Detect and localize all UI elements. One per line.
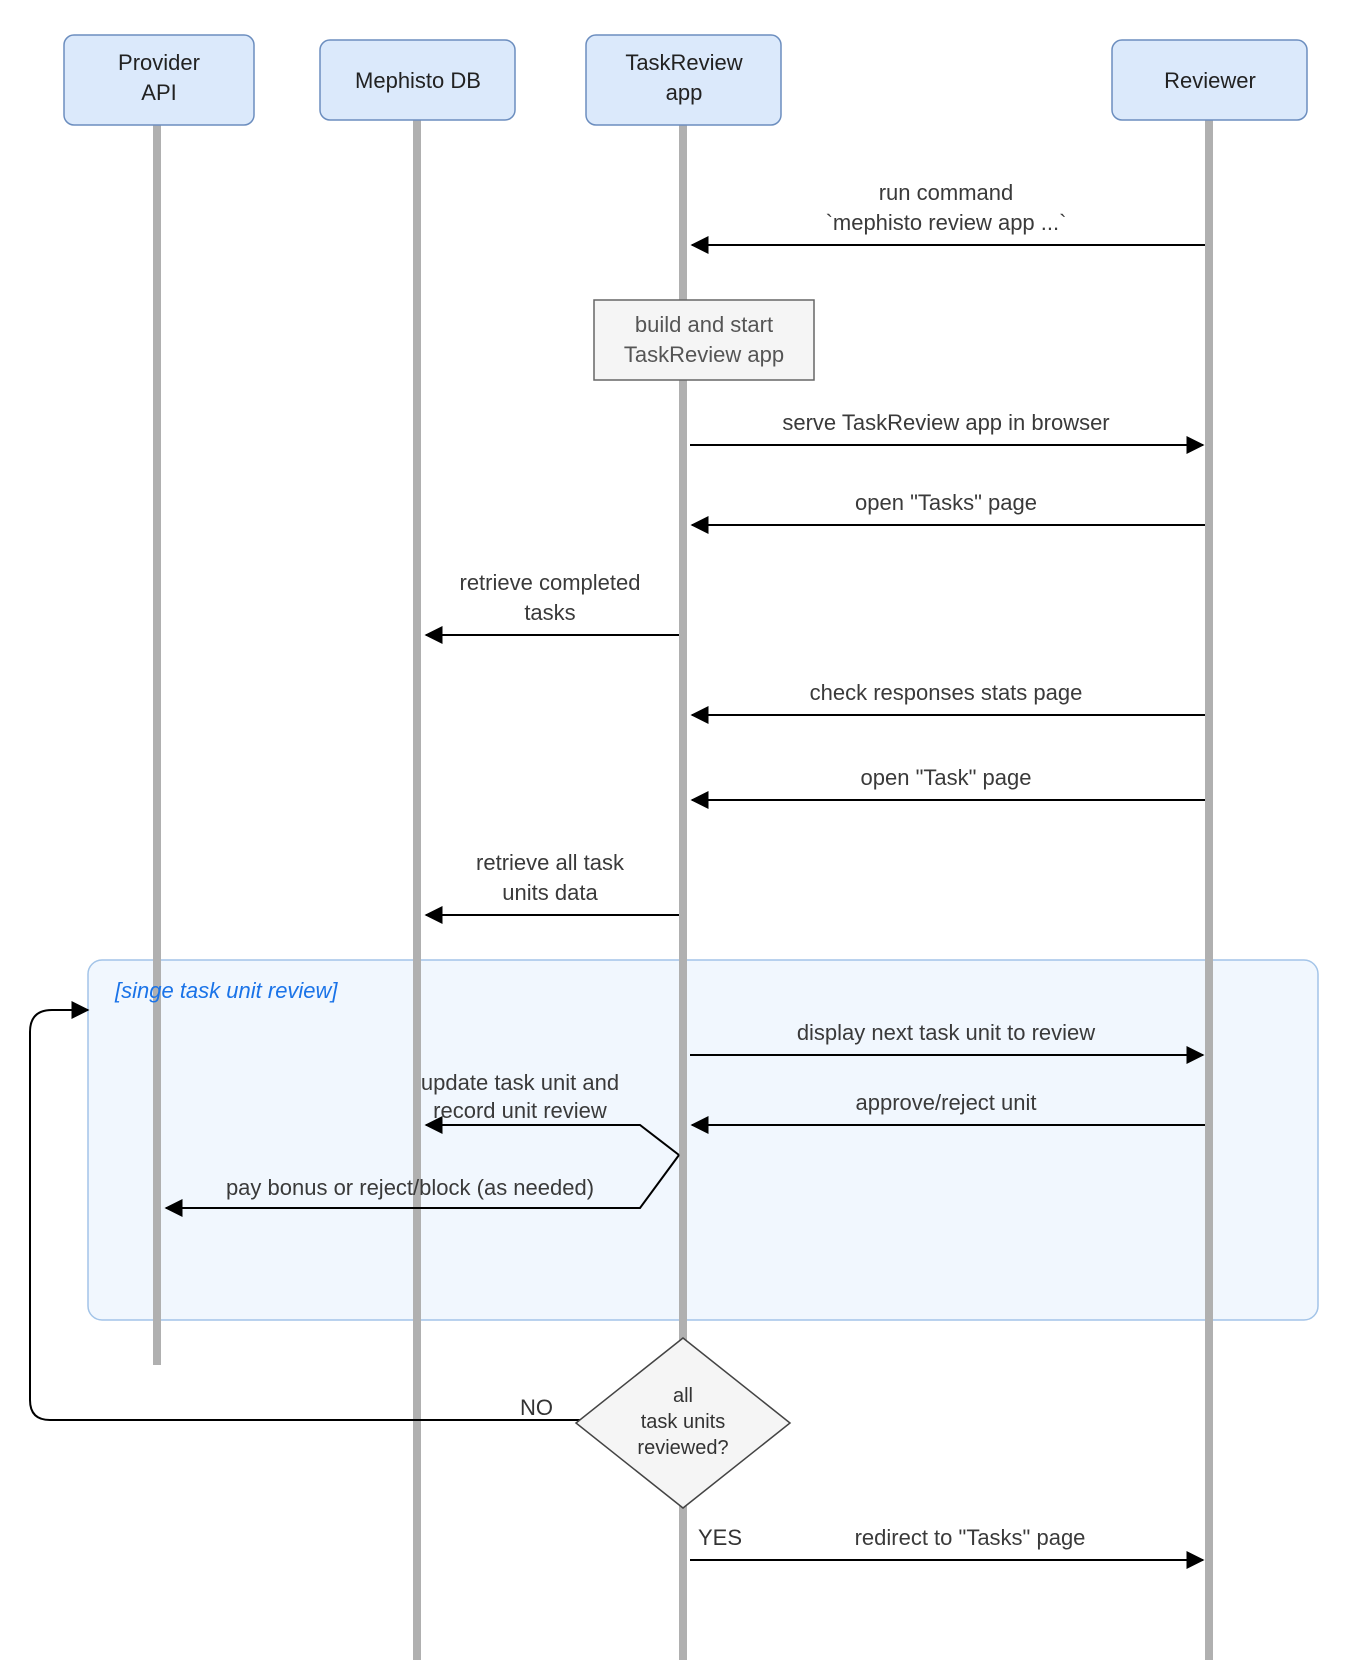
msg-retrieve-tasks-l1: retrieve completed xyxy=(460,570,641,595)
msg-retrieve-units-l2: units data xyxy=(502,880,598,905)
msg-open-task: open "Task" page xyxy=(861,765,1032,790)
msg-check-stats: check responses stats page xyxy=(810,680,1083,705)
svg-text:build and start: build and start xyxy=(635,312,773,337)
svg-text:all: all xyxy=(673,1385,693,1407)
svg-text:app: app xyxy=(666,80,703,105)
actor-app: TaskReview app xyxy=(586,35,781,125)
msg-run-command-l2: `mephisto review app ...` xyxy=(826,210,1067,235)
branch-yes-label: YES xyxy=(698,1525,742,1550)
svg-text:Reviewer: Reviewer xyxy=(1164,68,1256,93)
msg-approve-reject: approve/reject unit xyxy=(856,1090,1037,1115)
msg-display-unit: display next task unit to review xyxy=(797,1020,1095,1045)
msg-retrieve-tasks-l2: tasks xyxy=(524,600,575,625)
svg-text:TaskReview app: TaskReview app xyxy=(624,342,784,367)
svg-text:reviewed?: reviewed? xyxy=(637,1437,728,1459)
msg-serve-app: serve TaskReview app in browser xyxy=(782,410,1109,435)
msg-redirect-tasks: redirect to "Tasks" page xyxy=(855,1525,1086,1550)
svg-text:Mephisto DB: Mephisto DB xyxy=(355,68,481,93)
svg-text:API: API xyxy=(141,80,176,105)
decision-all-reviewed: all task units reviewed? xyxy=(576,1338,790,1508)
sequence-diagram: Provider API Mephisto DB TaskReview app … xyxy=(0,0,1352,1662)
msg-run-command-l1: run command xyxy=(879,180,1014,205)
msg-retrieve-units-l1: retrieve all task xyxy=(476,850,625,875)
svg-text:Provider: Provider xyxy=(118,50,200,75)
actor-reviewer: Reviewer xyxy=(1112,40,1307,120)
msg-update-unit-l1: update task unit and xyxy=(421,1070,619,1095)
msg-update-unit-l2: record unit review xyxy=(433,1098,607,1123)
branch-no-label: NO xyxy=(520,1395,553,1420)
loop-frame xyxy=(88,960,1318,1320)
loop-title: [singe task unit review] xyxy=(114,978,338,1003)
note-build-start: build and start TaskReview app xyxy=(594,300,814,380)
actor-db: Mephisto DB xyxy=(320,40,515,120)
svg-text:TaskReview: TaskReview xyxy=(625,50,742,75)
actor-provider: Provider API xyxy=(64,35,254,125)
svg-text:task units: task units xyxy=(641,1411,725,1433)
msg-open-tasks: open "Tasks" page xyxy=(855,490,1037,515)
msg-pay-bonus: pay bonus or reject/block (as needed) xyxy=(226,1175,594,1200)
